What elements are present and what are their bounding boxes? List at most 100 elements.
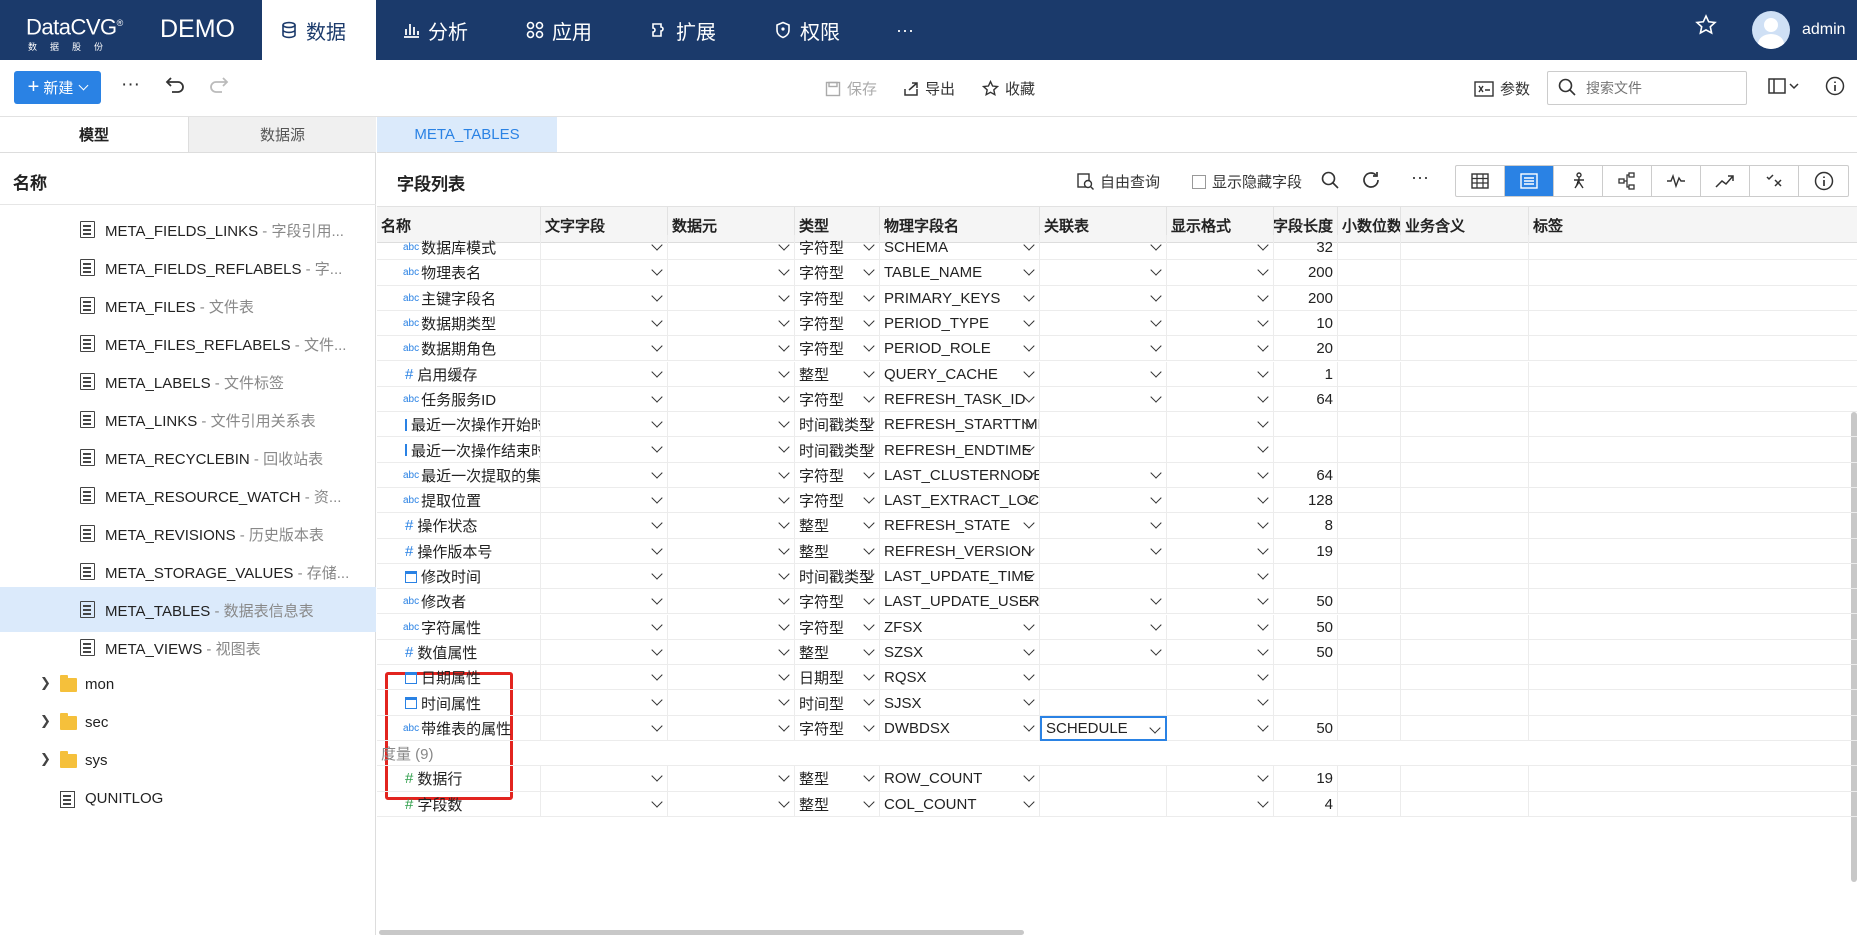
physical-name-select[interactable]: SJSX: [880, 690, 1040, 716]
chevron-down-icon[interactable]: [863, 517, 875, 529]
business-meaning-cell[interactable]: [1401, 310, 1529, 337]
related-table-select[interactable]: [1040, 336, 1167, 362]
field-length-cell[interactable]: [1274, 563, 1338, 590]
field-type-select[interactable]: 整型: [795, 766, 880, 792]
related-table-select[interactable]: [1040, 361, 1167, 387]
text-field-select[interactable]: [541, 791, 668, 817]
search-input[interactable]: [1586, 78, 1736, 98]
layout-toggle-icon[interactable]: [1768, 77, 1802, 101]
physical-name-select[interactable]: PRIMARY_KEYS: [880, 285, 1040, 311]
nav-more-button[interactable]: ···: [896, 0, 914, 60]
chevron-down-icon[interactable]: [863, 239, 875, 251]
chevron-down-icon[interactable]: [778, 618, 790, 631]
chevron-down-icon[interactable]: [1257, 492, 1269, 504]
chevron-down-icon[interactable]: [778, 264, 790, 276]
tags-cell[interactable]: [1529, 362, 1857, 387]
redo-icon[interactable]: [208, 76, 230, 100]
text-field-select[interactable]: [541, 513, 668, 539]
field-type-select[interactable]: 字符型: [795, 386, 880, 413]
text-field-select[interactable]: [541, 437, 668, 463]
physical-name-select[interactable]: REFRESH_ENDTIME: [880, 437, 1040, 463]
chevron-down-icon[interactable]: [1257, 441, 1269, 454]
chevron-down-icon[interactable]: [863, 391, 875, 403]
business-meaning-cell[interactable]: [1401, 285, 1529, 311]
display-format-select[interactable]: [1167, 538, 1274, 564]
field-row[interactable]: abc 数据期类型 字符型 PERIOD_TYPE 10: [377, 310, 1857, 337]
undo-icon[interactable]: [164, 76, 186, 100]
field-length-cell[interactable]: 64: [1274, 386, 1338, 413]
business-meaning-cell[interactable]: [1401, 715, 1529, 741]
display-format-select[interactable]: [1167, 715, 1274, 741]
chevron-down-icon[interactable]: [778, 315, 790, 327]
related-table-select[interactable]: [1040, 791, 1167, 817]
data-element-select[interactable]: [668, 538, 795, 564]
chevron-down-icon[interactable]: [651, 542, 663, 555]
save-button[interactable]: 保存: [825, 78, 877, 99]
export-button[interactable]: 导出: [903, 78, 955, 99]
nav-tab-data[interactable]: 数据: [262, 0, 376, 60]
chevron-down-icon[interactable]: [1150, 618, 1162, 631]
chevron-down-icon[interactable]: [1257, 593, 1269, 605]
field-length-cell[interactable]: 200: [1274, 260, 1338, 286]
business-meaning-cell[interactable]: [1401, 614, 1529, 640]
related-table-select[interactable]: [1040, 639, 1167, 666]
business-meaning-cell[interactable]: [1401, 235, 1529, 261]
show-hidden-checkbox[interactable]: [1192, 174, 1206, 189]
decimal-places-cell[interactable]: [1338, 715, 1401, 741]
field-type-select[interactable]: 日期型: [795, 665, 880, 691]
physical-name-select[interactable]: LAST_CLUSTERNODE: [880, 462, 1040, 488]
field-type-select[interactable]: 整型: [795, 513, 880, 539]
field-length-cell[interactable]: 200: [1274, 285, 1338, 311]
field-type-select[interactable]: 字符型: [795, 614, 880, 640]
display-format-select[interactable]: [1167, 589, 1274, 615]
free-query-button[interactable]: 自由查询: [1077, 171, 1160, 192]
tags-cell[interactable]: [1529, 286, 1857, 311]
business-meaning-cell[interactable]: [1401, 513, 1529, 539]
tags-cell[interactable]: [1529, 640, 1857, 665]
tags-cell[interactable]: [1529, 792, 1857, 817]
chevron-down-icon[interactable]: [1150, 340, 1162, 352]
field-type-select[interactable]: 字符型: [795, 715, 880, 741]
chevron-down-icon[interactable]: [863, 770, 875, 782]
field-row[interactable]: # 操作版本号 整型 REFRESH_VERSION 19: [377, 538, 1857, 564]
field-type-select[interactable]: 字符型: [795, 260, 880, 286]
chevron-down-icon[interactable]: [651, 365, 663, 378]
decimal-places-cell[interactable]: [1338, 563, 1401, 590]
decimal-places-cell[interactable]: [1338, 639, 1401, 666]
params-button[interactable]: 参数: [1474, 78, 1530, 99]
text-field-select[interactable]: [541, 538, 668, 564]
physical-name-select[interactable]: ZFSX: [880, 614, 1040, 640]
chevron-down-icon[interactable]: [863, 542, 875, 555]
field-name-cell[interactable]: abc 数据库模式: [377, 235, 541, 261]
chevron-down-icon[interactable]: [1023, 289, 1035, 302]
chevron-down-icon[interactable]: [1023, 340, 1035, 352]
tags-cell[interactable]: [1529, 488, 1857, 513]
chevron-down-icon[interactable]: [1257, 365, 1269, 378]
business-meaning-cell[interactable]: [1401, 538, 1529, 564]
display-format-select[interactable]: [1167, 412, 1274, 438]
chevron-down-icon[interactable]: [1150, 391, 1162, 403]
field-row[interactable]: 最近一次操作开始时间 时间戳类型 REFRESH_STARTTIME: [377, 412, 1857, 438]
chevron-down-icon[interactable]: [1150, 289, 1162, 302]
tags-cell[interactable]: [1529, 235, 1857, 260]
text-field-select[interactable]: [541, 665, 668, 691]
field-row[interactable]: abc最近一次提取的集群节点 字符型 LAST_CLUSTERNODE 64: [377, 462, 1857, 488]
data-element-select[interactable]: [668, 260, 795, 286]
chevron-down-icon[interactable]: [651, 441, 663, 454]
text-field-select[interactable]: [541, 361, 668, 387]
field-name-cell[interactable]: abc 物理表名: [377, 260, 541, 286]
field-name-cell[interactable]: abc 提取位置: [377, 488, 541, 514]
chevron-down-icon[interactable]: [651, 289, 663, 302]
field-name-cell[interactable]: # 字段数: [377, 791, 541, 817]
chevron-down-icon[interactable]: [1023, 669, 1035, 681]
related-table-select[interactable]: [1040, 462, 1167, 488]
related-table-select[interactable]: [1040, 412, 1167, 438]
text-field-select[interactable]: [541, 310, 668, 337]
tags-cell[interactable]: [1529, 564, 1857, 589]
data-element-select[interactable]: [668, 336, 795, 362]
tags-cell[interactable]: [1529, 311, 1857, 336]
field-length-cell[interactable]: 8: [1274, 513, 1338, 539]
check-fields-icon[interactable]: [1750, 166, 1799, 196]
chevron-down-icon[interactable]: [651, 467, 663, 479]
chevron-down-icon[interactable]: [1257, 770, 1269, 782]
